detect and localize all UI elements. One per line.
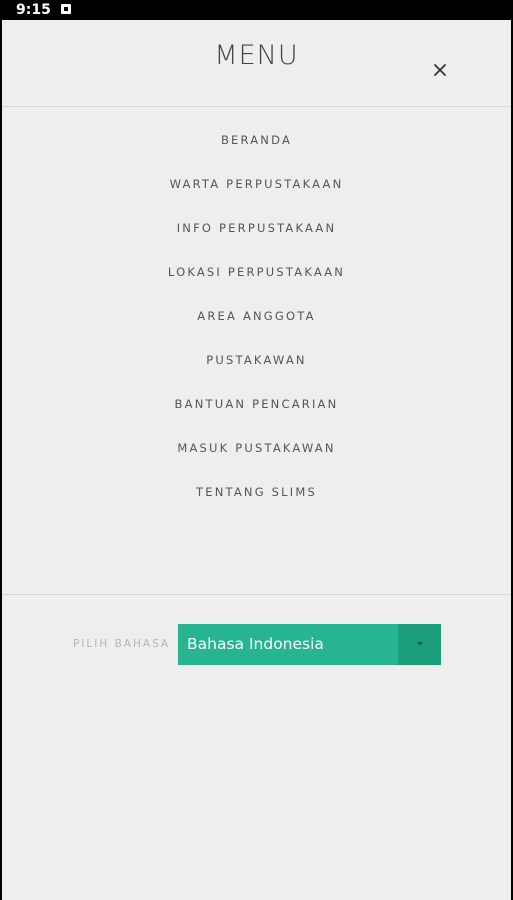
close-icon-glyph bbox=[434, 64, 446, 76]
menu-screen: MENU BERANDA WARTA PERPUSTAKAAN INFO PER… bbox=[2, 20, 511, 900]
language-selected-value: Bahasa Indonesia bbox=[187, 635, 324, 653]
nav-item-tentang-slims[interactable]: TENTANG SLIMS bbox=[2, 470, 511, 514]
nav-item-masuk-pustakawan[interactable]: MASUK PUSTAKAWAN bbox=[2, 426, 511, 470]
language-label: PILIH BAHASA bbox=[73, 638, 171, 650]
nav-item-lokasi-perpustakaan[interactable]: LOKASI PERPUSTAKAAN bbox=[2, 250, 511, 294]
notification-icon bbox=[61, 4, 71, 14]
language-select[interactable]: Bahasa Indonesia bbox=[178, 624, 441, 665]
nav-item-info-perpustakaan[interactable]: INFO PERPUSTAKAAN bbox=[2, 206, 511, 250]
close-icon[interactable] bbox=[427, 57, 453, 83]
nav-item-bantuan-pencarian[interactable]: BANTUAN PENCARIAN bbox=[2, 382, 511, 426]
menu-header: MENU bbox=[2, 20, 511, 107]
status-bar: 9:15 bbox=[0, 0, 513, 20]
language-selector-row: PILIH BAHASA Bahasa Indonesia bbox=[2, 624, 511, 665]
section-divider bbox=[2, 594, 511, 595]
nav-item-warta-perpustakaan[interactable]: WARTA PERPUSTAKAAN bbox=[2, 162, 511, 206]
language-dropdown-toggle[interactable] bbox=[398, 624, 441, 665]
nav-item-pustakawan[interactable]: PUSTAKAWAN bbox=[2, 338, 511, 382]
chevron-down-icon bbox=[417, 642, 423, 646]
status-time: 9:15 bbox=[16, 2, 51, 18]
main-navigation: BERANDA WARTA PERPUSTAKAAN INFO PERPUSTA… bbox=[2, 118, 511, 514]
nav-item-beranda[interactable]: BERANDA bbox=[2, 118, 511, 162]
nav-item-area-anggota[interactable]: AREA ANGGOTA bbox=[2, 294, 511, 338]
